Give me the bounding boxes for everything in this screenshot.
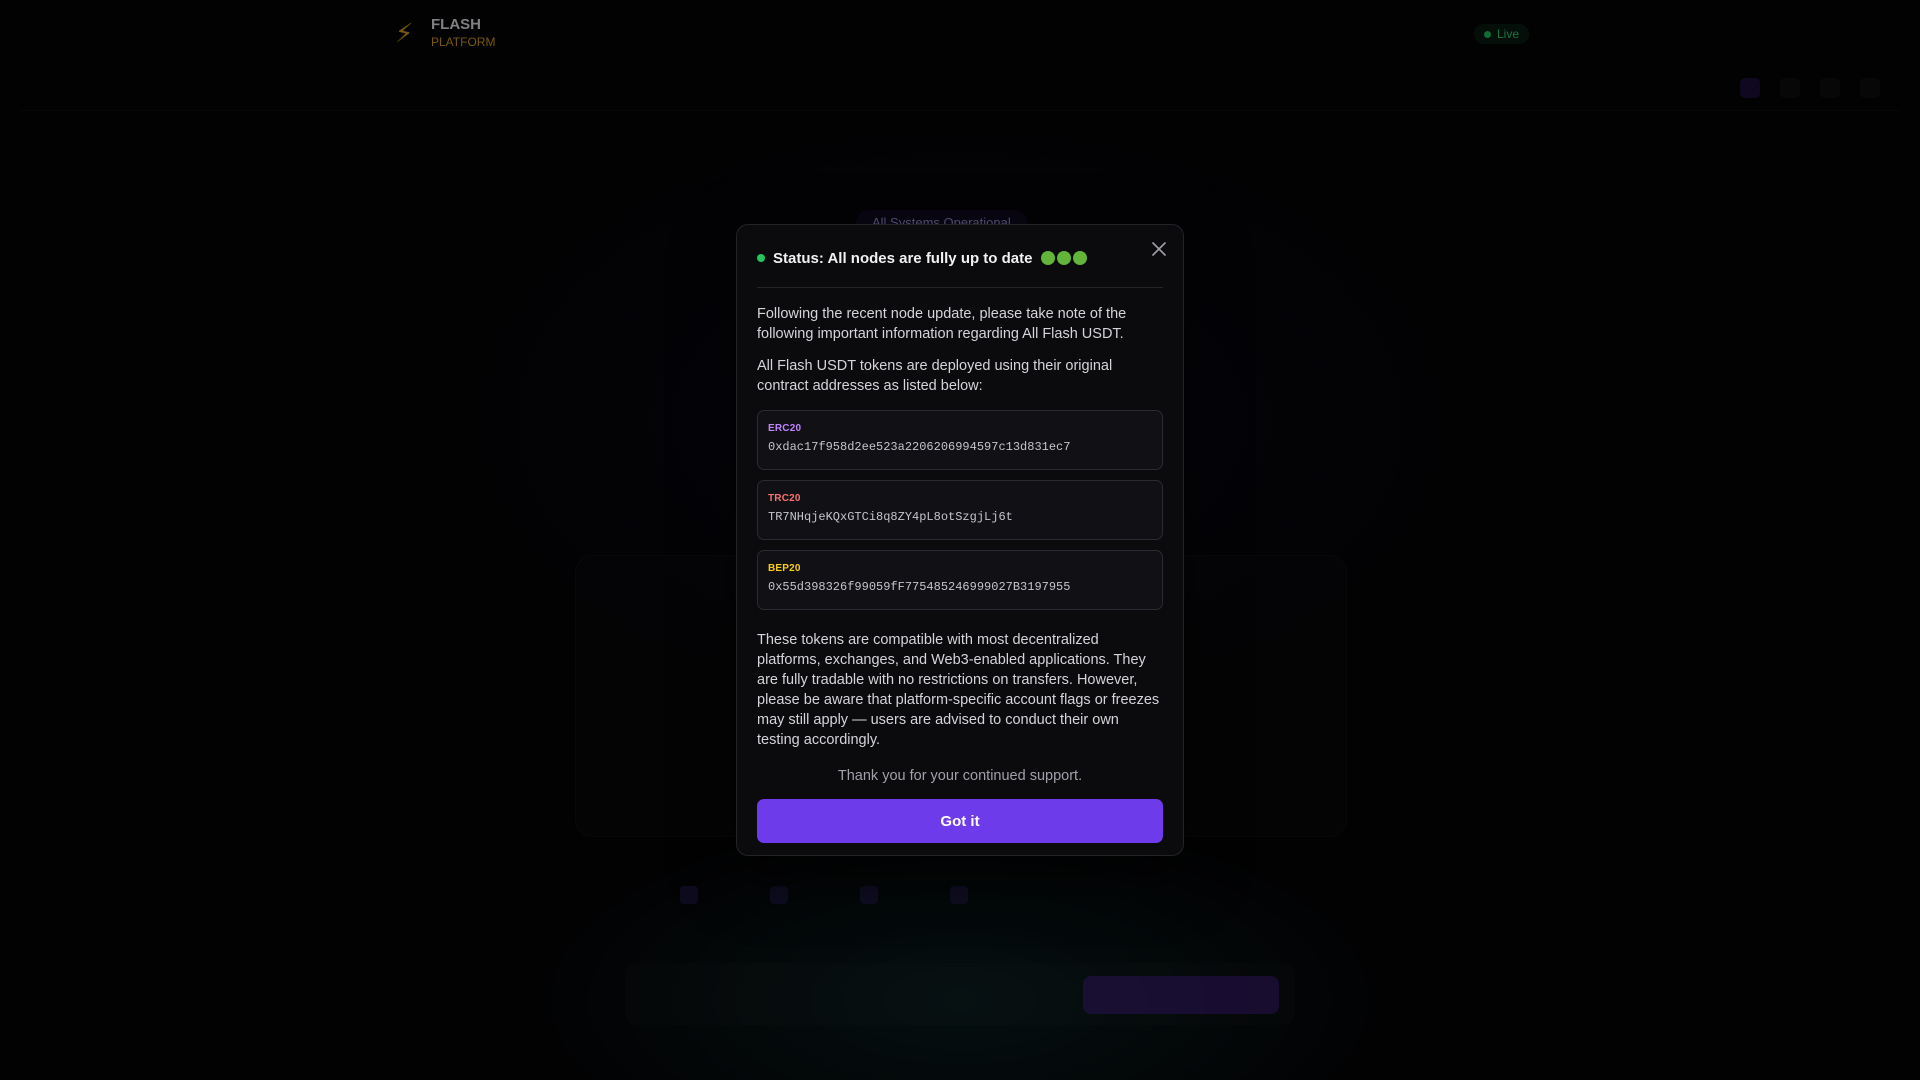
network-label: ERC20 — [768, 423, 802, 434]
compatibility-text: These tokens are compatible with most de… — [757, 632, 1160, 748]
thanks-text: Thank you for your continued support. — [837, 768, 1083, 784]
close-button[interactable] — [1147, 237, 1171, 261]
contract-address[interactable]: 0x55d398326f99059fF775485246999027B31979… — [768, 580, 1152, 594]
intro-text: Following the recent node update, please… — [757, 306, 1127, 342]
close-icon — [1152, 242, 1166, 256]
contract-address[interactable]: TR7NHqjeKQxGTCi8q8ZY4pL8otSzgjLj6t — [768, 510, 1152, 524]
green-light-icon — [1041, 251, 1056, 265]
network-label: BEP20 — [768, 563, 801, 574]
status-lights — [1041, 251, 1088, 265]
deploy-note-text: All Flash USDT tokens are deployed using… — [757, 358, 1113, 394]
contract-card-trc20[interactable]: TRC20 TR7NHqjeKQxGTCi8q8ZY4pL8otSzgjLj6t — [757, 480, 1163, 540]
status-dot-icon — [757, 254, 765, 262]
node-update-modal: Status: All nodes are fully up to date F… — [736, 224, 1184, 856]
contract-address[interactable]: 0xdac17f958d2ee523a2206206994597c13d831e… — [768, 440, 1152, 454]
green-light-icon — [1073, 251, 1088, 265]
status-text: Status: All nodes are fully up to date — [773, 249, 1033, 267]
contract-card-bep20[interactable]: BEP20 0x55d398326f99059fF775485246999027… — [757, 550, 1163, 610]
network-label: TRC20 — [768, 493, 801, 504]
green-light-icon — [1057, 251, 1072, 265]
got-it-button[interactable]: Got it — [757, 799, 1163, 843]
contract-card-erc20[interactable]: ERC20 0xdac17f958d2ee523a2206206994597c1… — [757, 410, 1163, 470]
status-header: Status: All nodes are fully up to date — [757, 247, 1163, 288]
